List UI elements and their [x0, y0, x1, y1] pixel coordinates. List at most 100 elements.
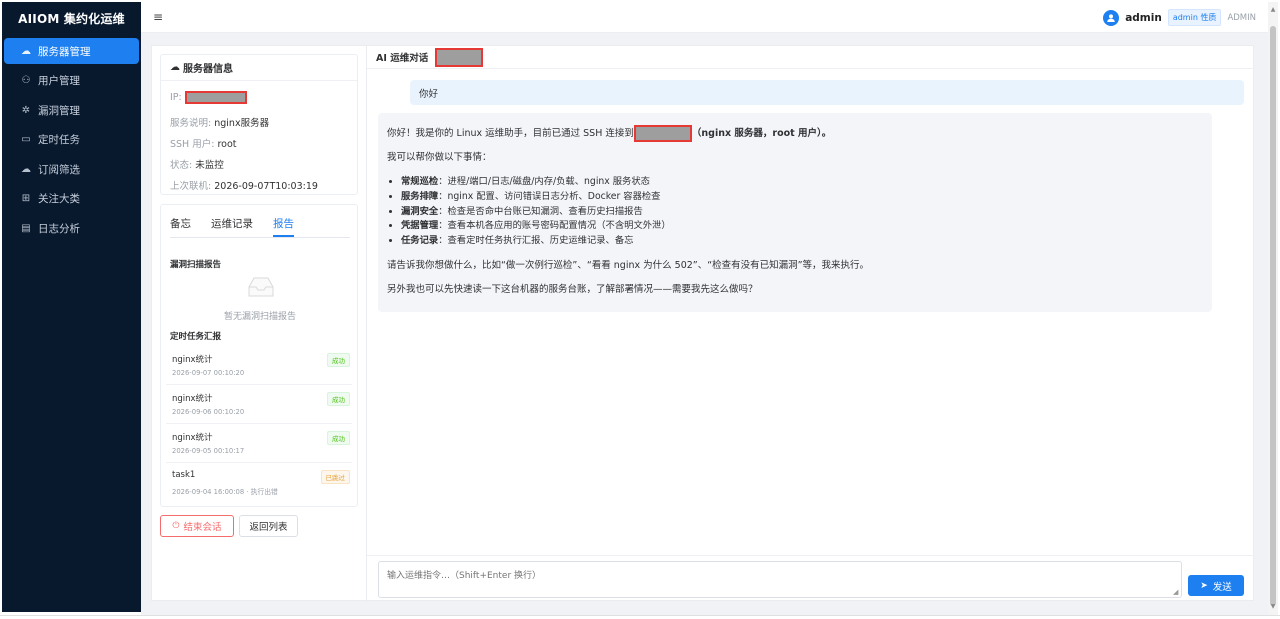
item-bold: 服务排障: [401, 190, 439, 202]
desc-label: 服务说明:: [170, 118, 212, 129]
ai-can-help: 我可以帮你做以下事情：: [387, 152, 492, 163]
host-redacted: [633, 125, 692, 142]
ssh-label: SSH 用户:: [170, 139, 215, 150]
item-bold: 漏洞安全: [401, 205, 439, 217]
item-text: ：查看定时任务执行汇报、历史运维记录、备忘: [438, 235, 634, 247]
sidebar-item-label: 漏洞管理: [38, 104, 80, 117]
tab-memo[interactable]: 备忘: [170, 216, 191, 237]
username: admin: [1125, 11, 1162, 24]
task-row[interactable]: task1 2026-09-04 16:00:08 · 执行出错 已跳过: [166, 463, 352, 502]
server-name-redacted: [435, 47, 484, 67]
menu-toggle-icon[interactable]: ≡: [151, 10, 165, 24]
task-report-title: 定时任务汇报: [170, 332, 222, 342]
end-session-button[interactable]: ⏻ 结束会话: [160, 515, 234, 537]
sidebar-item-log-analysis[interactable]: ▤ 日志分析: [4, 215, 139, 241]
task-report-list: nginx统计 2026-09-07 00:10:20 成功 nginx统计 2…: [166, 346, 352, 502]
scroll-up-icon[interactable]: ▲: [1269, 6, 1277, 14]
top-header: ≡ admin admin 性质 ADMIN: [141, 2, 1268, 33]
scrollbar-thumb[interactable]: [1270, 26, 1276, 606]
ip-label: IP:: [170, 92, 182, 103]
report-tabs-card: 备忘 运维记录 报告 漏洞扫描报告 暂无漏洞扫描报告 定时任务汇报 nginx统…: [160, 204, 358, 507]
bug-icon: ✲: [21, 104, 31, 116]
list-item: 服务排障：nginx 配置、访问错误日志分析、Docker 容器检查: [401, 192, 671, 207]
list-item: 常规巡检：进程/端口/日志/磁盘/内存/负载、nginx 服务状态: [401, 177, 671, 192]
sidebar-item-label: 定时任务: [38, 134, 80, 146]
task-row[interactable]: nginx统计 2026-09-07 00:10:20 成功: [166, 346, 352, 385]
send-icon: ➤: [1200, 580, 1208, 591]
server-info-header: ☁ 服务器信息: [161, 55, 357, 81]
chat-composer: ◢ ➤ 发送: [367, 555, 1255, 602]
sidebar-item-focus-categories[interactable]: ⊞ 关注大类: [4, 186, 139, 212]
vuln-empty-text: 暂无漏洞扫描报告: [223, 312, 296, 322]
status-badge: 成功: [327, 353, 350, 367]
resize-grip-icon[interactable]: ◢: [1173, 589, 1180, 596]
users-icon: ⚇: [21, 75, 31, 86]
sidebar-item-scheduled-tasks[interactable]: ▭ 定时任务: [4, 127, 139, 153]
task-name: nginx统计: [172, 433, 213, 443]
status-value: 未监控: [195, 160, 224, 171]
avatar-icon: [1103, 9, 1120, 26]
sidebar-item-user-management[interactable]: ⚇ 用户管理: [4, 68, 139, 94]
sidebar-item-vuln-management[interactable]: ✲ 漏洞管理: [4, 97, 139, 123]
ip-row: IP:: [170, 91, 247, 104]
task-row[interactable]: nginx统计 2026-09-06 00:10:20 成功: [166, 385, 352, 424]
main-area: ☁ 服务器信息 IP: 服务说明: nginx服务器 SSH 用户: root …: [141, 33, 1268, 615]
cloud-server-icon: ☁: [21, 45, 31, 57]
item-text: ：检查是否命中台账已知漏洞、查看历史扫描报告: [438, 205, 643, 217]
tab-ops-records[interactable]: 运维记录: [211, 216, 253, 237]
ssh-row: SSH 用户: root: [170, 136, 237, 150]
item-text: ：进程/端口/日志/磁盘/内存/负载、nginx 服务状态: [438, 176, 650, 187]
command-input[interactable]: [378, 561, 1182, 598]
send-button[interactable]: ➤ 发送: [1188, 575, 1244, 596]
status-badge: 已跳过: [320, 470, 350, 484]
task-row[interactable]: nginx统计 2026-09-05 00:10:17 成功: [166, 424, 352, 463]
item-text: ：查看本机各应用的账号密码配置情况（不含明文外泄）: [438, 220, 671, 232]
server-info-card: ☁ 服务器信息 IP: 服务说明: nginx服务器 SSH 用户: root …: [160, 54, 358, 195]
bottom-strip: [0, 615, 1280, 619]
list-item: 凭据管理：查看本机各应用的账号密码配置情况（不含明文外泄）: [401, 221, 671, 236]
task-time: 2026-09-04 16:00:08 · 执行出错: [172, 488, 278, 496]
brand-title: AIIOM 集约化运维: [18, 11, 125, 26]
tab-report[interactable]: 报告: [273, 216, 294, 237]
user-menu[interactable]: admin admin 性质 ADMIN: [1103, 9, 1256, 26]
chat-header: AI 运维对话: [367, 46, 1255, 69]
user-message-bubble: 你好: [410, 80, 1244, 105]
last-online-row: 上次联机: 2026-09-07T10:03:19: [170, 178, 318, 192]
server-info-title: 服务器信息: [183, 64, 233, 75]
item-bold: 常规巡检: [401, 176, 439, 187]
send-label: 发送: [1212, 581, 1232, 593]
task-name: nginx统计: [172, 394, 213, 404]
sidebar-item-server-management[interactable]: ☁ 服务器管理: [4, 38, 139, 64]
ai-intro-prefix: 你好！我是你的 Linux 运维助手，目前已通过 SSH 连接到: [387, 128, 634, 139]
last-online-label: 上次联机:: [170, 181, 212, 192]
last-online-value: 2026-09-07T10:03:19: [214, 181, 318, 192]
ip-redacted: [184, 91, 247, 104]
page-scrollbar[interactable]: ▲ ▼: [1268, 2, 1278, 615]
task-time: 2026-09-06 00:10:20: [172, 408, 245, 416]
task-time: 2026-09-05 00:10:17: [172, 447, 245, 455]
role-badge: admin 性质: [1167, 9, 1222, 26]
desc-value: nginx服务器: [214, 118, 270, 129]
ai-intro-suffix: （nginx 服务器，root 用户）。: [691, 128, 832, 139]
desc-row: 服务说明: nginx服务器: [170, 115, 269, 129]
calendar-icon: ▭: [21, 134, 31, 145]
status-badge: 成功: [327, 392, 350, 406]
user-message-text: 你好: [419, 88, 439, 100]
grid-icon: ⊞: [21, 193, 31, 204]
scroll-down-icon[interactable]: ▼: [1269, 603, 1277, 611]
sidebar-item-label: 订阅筛选: [38, 163, 80, 176]
sidebar-item-subscription-filter[interactable]: ☁ 订阅筛选: [4, 156, 139, 182]
ai-capability-list: 常规巡检：进程/端口/日志/磁盘/内存/负载、nginx 服务状态 服务排障：n…: [401, 177, 671, 251]
task-name: nginx统计: [172, 355, 213, 365]
power-icon: ⏻: [172, 521, 180, 531]
server-session-page: ☁ 服务器信息 IP: 服务说明: nginx服务器 SSH 用户: root …: [151, 45, 1255, 602]
ai-intro-line: 你好！我是你的 Linux 运维助手，目前已通过 SSH 连接到 （nginx 服…: [387, 125, 831, 142]
empty-inbox-icon: [248, 277, 274, 297]
back-to-list-button[interactable]: 返回列表: [239, 515, 298, 537]
left-panel: ☁ 服务器信息 IP: 服务说明: nginx服务器 SSH 用户: root …: [152, 46, 367, 602]
ai-ask-line: 请告诉我你想做什么，比如“做一次例行巡检”、“看看 nginx 为什么 502”…: [387, 260, 870, 271]
list-item: 任务记录：查看定时任务执行汇报、历史运维记录、备忘: [401, 236, 671, 251]
role-text: ADMIN: [1227, 12, 1256, 23]
task-time: 2026-09-07 00:10:20: [172, 369, 245, 377]
item-text: ：nginx 配置、访问错误日志分析、Docker 容器检查: [438, 190, 661, 202]
